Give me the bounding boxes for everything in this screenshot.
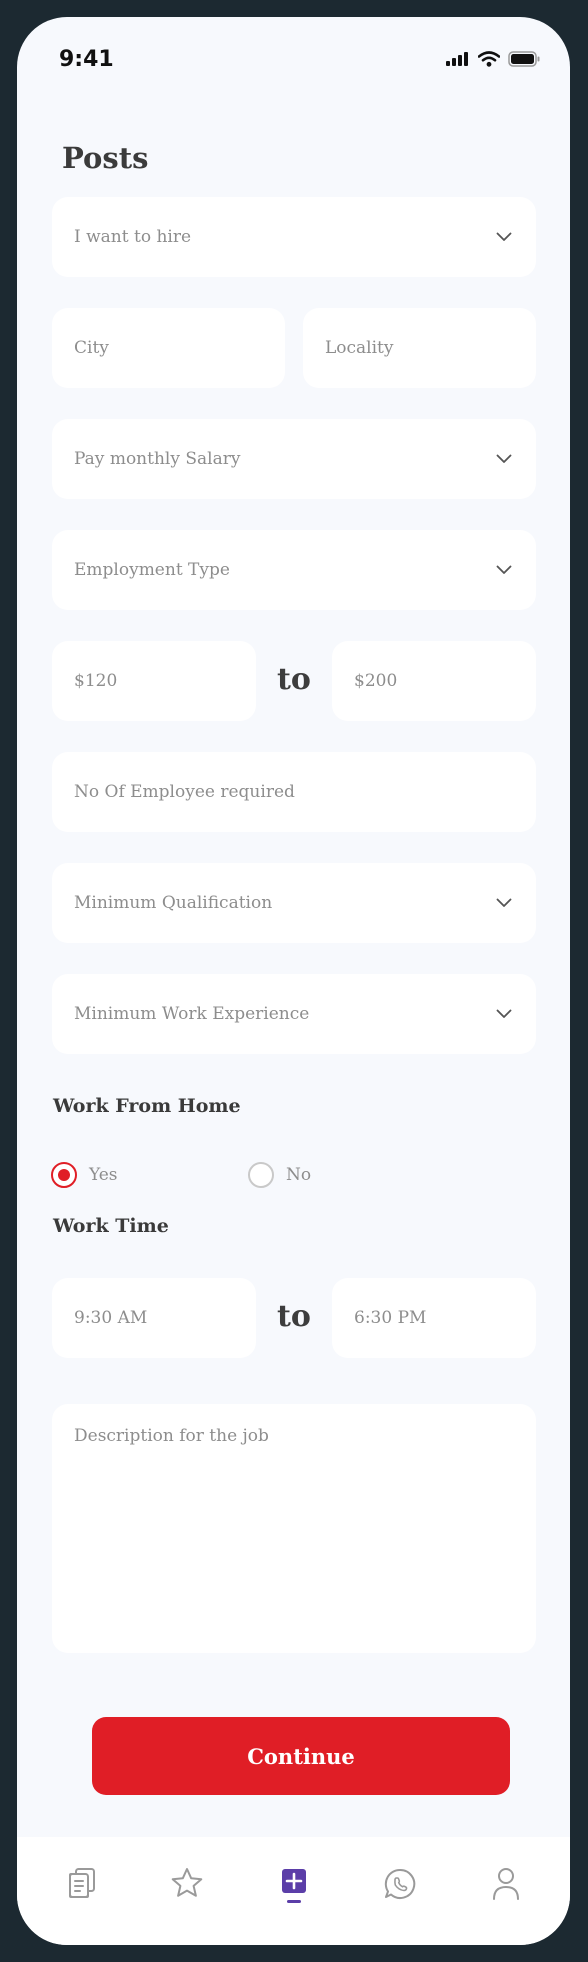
status-time: 9:41 [59,47,114,72]
page-title: Posts [62,141,149,175]
employees-input[interactable]: No Of Employee required [52,752,536,832]
radio-yes[interactable]: Yes [51,1162,118,1188]
work-start-value: 9:30 AM [74,1308,148,1328]
locality-input[interactable]: Locality [303,308,536,388]
nav-item-favorites[interactable] [167,1867,207,1911]
city-placeholder: City [74,338,109,358]
radio-yes-label: Yes [89,1165,118,1185]
chat-icon [384,1868,416,1899]
pay-placeholder: Pay monthly Salary [74,449,241,469]
wifi-icon [478,51,500,67]
work-time-label: Work Time [53,1215,169,1237]
battery-icon [508,51,540,67]
experience-placeholder: Minimum Work Experience [74,1004,310,1024]
nav-item-chat[interactable] [380,1867,420,1911]
qualification-placeholder: Minimum Qualification [74,893,273,913]
star-icon [171,1868,203,1897]
chevron-down-icon [496,898,512,907]
employees-placeholder: No Of Employee required [74,782,295,802]
description-textarea[interactable]: Description for the job [52,1404,536,1653]
chevron-down-icon [496,565,512,574]
hire-placeholder: I want to hire [74,227,192,247]
radio-no-circle[interactable] [248,1162,274,1188]
work-start-input[interactable]: 9:30 AM [52,1278,256,1358]
employment-type-dropdown[interactable]: Employment Type [52,530,536,610]
chevron-down-icon [496,454,512,463]
salary-max-value: $200 [354,671,398,691]
experience-dropdown[interactable]: Minimum Work Experience [52,974,536,1054]
profile-icon [493,1868,519,1900]
hire-dropdown[interactable]: I want to hire [52,197,536,277]
nav-item-add-post[interactable] [274,1867,314,1911]
status-icons [446,51,540,67]
add-post-icon [282,1869,306,1903]
radio-no-label: No [286,1165,312,1185]
radio-no[interactable]: No [248,1162,311,1188]
bottom-nav [17,1837,570,1945]
salary-max-input[interactable]: $200 [332,641,536,721]
work-time-to-label: to [277,1299,311,1334]
salary-min-value: $120 [74,671,118,691]
work-end-value: 6:30 PM [354,1308,427,1328]
status-bar: 9:41 [17,17,570,77]
chevron-down-icon [496,232,512,241]
document-icon [69,1868,95,1898]
radio-yes-circle[interactable] [51,1162,77,1188]
salary-min-input[interactable]: $120 [52,641,256,721]
locality-placeholder: Locality [325,338,394,358]
chevron-down-icon [496,1009,512,1018]
phone-screen: 9:41 Posts I want to hire City Locality … [17,17,570,1945]
qualification-dropdown[interactable]: Minimum Qualification [52,863,536,943]
signal-icon [446,52,468,66]
work-from-home-options: Yes No [51,1162,451,1192]
employment-type-placeholder: Employment Type [74,560,230,580]
work-from-home-label: Work From Home [53,1095,241,1117]
city-input[interactable]: City [52,308,285,388]
description-placeholder: Description for the job [74,1426,269,1446]
nav-item-posts[interactable] [62,1867,102,1911]
nav-item-profile[interactable] [486,1867,526,1911]
work-end-input[interactable]: 6:30 PM [332,1278,536,1358]
continue-button[interactable]: Continue [92,1717,510,1795]
salary-to-label: to [277,662,311,697]
pay-dropdown[interactable]: Pay monthly Salary [52,419,536,499]
